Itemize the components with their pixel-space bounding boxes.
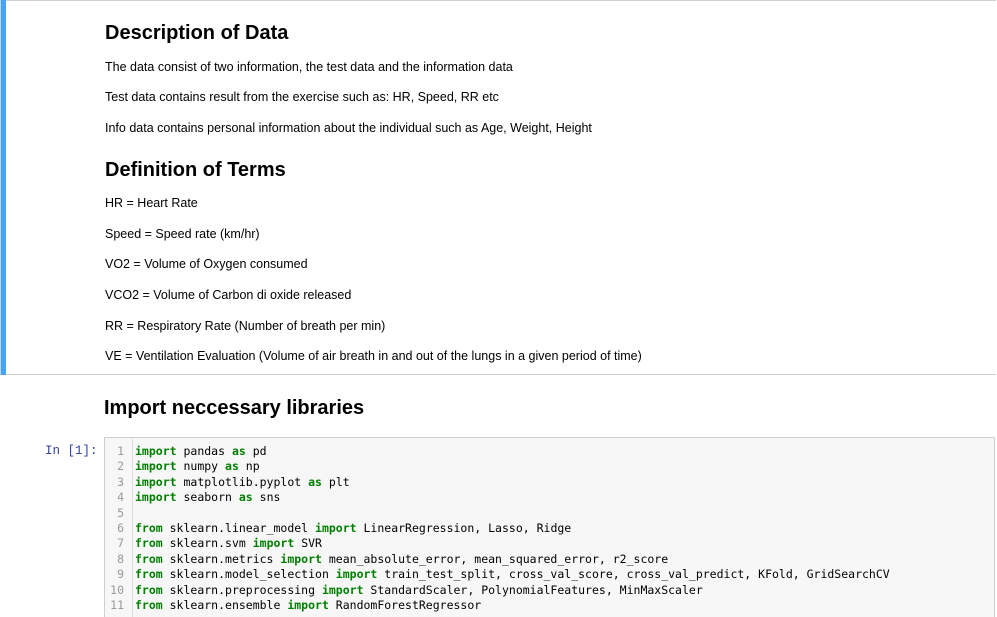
cell-selection-indicator: [1, 0, 6, 375]
line-number: 9: [117, 567, 124, 582]
line-number: 3: [117, 474, 124, 489]
code-line: 7 from sklearn.svm import SVR: [105, 536, 994, 551]
input-prompt: In [1]:: [45, 444, 98, 458]
keyword-token: from: [135, 551, 163, 566]
code-text: import numpy as np: [135, 459, 260, 474]
code-editor[interactable]: 1 import pandas as pd 2 import numpy as np 3…: [104, 437, 995, 617]
description-line: Test data contains result from the exerc…: [105, 90, 499, 104]
code-token: plt: [321, 474, 350, 489]
code-token: sklearn.svm: [162, 536, 253, 551]
keyword-token: import: [135, 459, 177, 474]
code-line: 1 import pandas as pd: [105, 444, 994, 459]
description-line: Info data contains personal information …: [105, 121, 592, 135]
line-number: 10: [110, 582, 124, 597]
code-line: 10 from sklearn.preprocessing import Stan…: [105, 583, 994, 598]
code-token: numpy: [176, 459, 226, 474]
keyword-token: import: [315, 520, 357, 535]
code-lines: 1 import pandas as pd 2 import numpy as np 3…: [105, 444, 994, 613]
line-number: 6: [117, 520, 124, 535]
line-number: 11: [110, 597, 124, 612]
code-token: pd: [245, 444, 267, 458]
line-number: 8: [117, 551, 124, 566]
code-token: np: [238, 459, 260, 474]
line-number: 2: [117, 459, 124, 474]
code-line: 8 from sklearn.metrics import mean_absolu…: [105, 552, 994, 567]
code-text: from sklearn.model_selection import trai…: [135, 567, 890, 582]
code-token: train_test_split, cross_val_score, cross…: [377, 567, 890, 582]
term-definition: VCO2 = Volume of Carbon di oxide release…: [105, 288, 352, 302]
keyword-token: import: [287, 597, 329, 612]
code-token: SVR: [294, 536, 322, 551]
term-definition: Speed = Speed rate (km/hr): [105, 227, 260, 241]
code-text: from sklearn.svm import SVR: [135, 536, 322, 551]
line-number: 5: [117, 505, 124, 520]
keyword-token: as: [238, 490, 253, 505]
keyword-token: as: [225, 459, 239, 474]
code-text: import pandas as pd: [135, 444, 267, 459]
keyword-token: import: [135, 474, 177, 489]
keyword-token: from: [135, 536, 163, 551]
markdown-cell-description[interactable]: Description of Data The data consist of …: [0, 0, 996, 375]
code-token: RandomForestRegressor: [328, 597, 482, 612]
term-definition: RR = Respiratory Rate (Number of breath …: [105, 319, 386, 333]
code-token: sklearn.preprocessing: [162, 582, 322, 597]
keyword-token: as: [308, 474, 322, 489]
keyword-token: from: [135, 582, 163, 597]
code-token: sklearn.metrics: [162, 551, 281, 566]
code-line: 5: [105, 506, 994, 521]
code-text: import seaborn as sns: [135, 490, 280, 505]
keyword-token: import: [252, 536, 295, 551]
code-token: sklearn.model_selection: [162, 567, 336, 582]
terms-heading: Definition of Terms: [105, 159, 286, 181]
import-heading: Import neccessary libraries: [104, 397, 365, 419]
code-line: 9 from sklearn.model_selection import tra…: [105, 567, 994, 582]
code-text: from sklearn.ensemble import RandomFores…: [135, 598, 481, 613]
line-number: 4: [117, 490, 124, 505]
code-line: 4 import seaborn as sns: [105, 490, 994, 505]
keyword-token: from: [135, 597, 163, 612]
line-number: 7: [117, 536, 124, 551]
code-text: from sklearn.metrics import mean_absolut…: [135, 552, 668, 567]
keyword-token: as: [231, 444, 246, 458]
code-token: sklearn.ensemble: [162, 597, 288, 612]
keyword-token: import: [135, 490, 177, 505]
code-token: StandardScaler, PolynomialFeatures, MinM…: [363, 582, 703, 597]
code-token: LinearRegression, Lasso, Ridge: [356, 520, 572, 535]
code-line: 6 from sklearn.linear_model import Linear…: [105, 521, 994, 536]
term-definition: HR = Heart Rate: [105, 196, 198, 210]
code-line: 11 from sklearn.ensemble import RandomFor…: [105, 598, 994, 613]
code-token: matplotlib.pyplot: [176, 474, 309, 489]
keyword-token: from: [135, 520, 163, 535]
keyword-token: from: [135, 567, 163, 582]
code-token: seaborn: [176, 490, 239, 505]
line-number: 1: [117, 444, 124, 458]
code-token: sns: [252, 490, 281, 505]
code-text: from sklearn.preprocessing import Standa…: [135, 583, 703, 598]
code-text: from sklearn.linear_model import LinearR…: [135, 521, 571, 536]
keyword-token: import: [280, 551, 322, 566]
code-token: pandas: [176, 444, 232, 458]
code-line: 2 import numpy as np: [105, 459, 994, 474]
keyword-token: import: [321, 582, 364, 597]
code-token: sklearn.linear_model: [162, 520, 316, 535]
description-heading: Description of Data: [105, 22, 289, 44]
description-line: The data consist of two information, the…: [105, 60, 513, 74]
term-definition: VE = Ventilation Evaluation (Volume of a…: [105, 349, 642, 363]
code-line: 3 import matplotlib.pyplot as plt: [105, 475, 994, 490]
term-definition: VO2 = Volume of Oxygen consumed: [105, 257, 308, 271]
keyword-token: import: [335, 567, 378, 582]
code-token: mean_absolute_error, mean_squared_error,…: [321, 551, 669, 566]
code-text: import matplotlib.pyplot as plt: [135, 475, 350, 490]
keyword-token: import: [135, 444, 177, 458]
notebook-page: Description of Data The data consist of …: [0, 0, 997, 617]
